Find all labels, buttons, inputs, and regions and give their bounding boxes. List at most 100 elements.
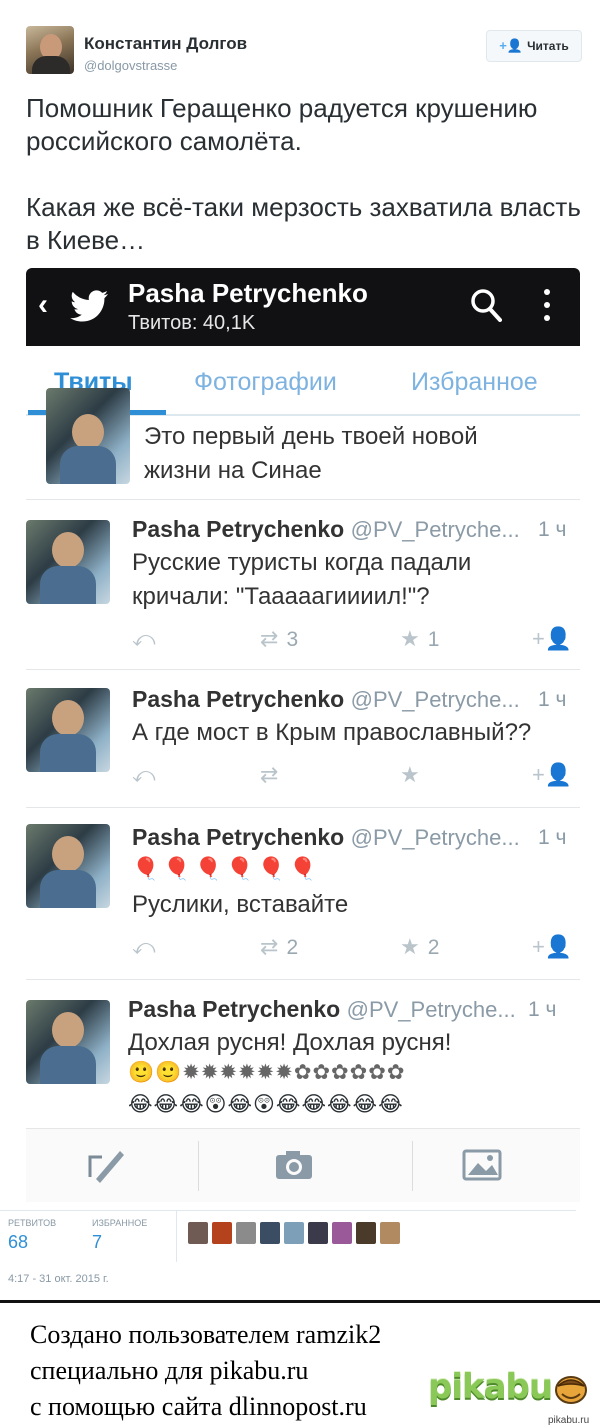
favorite-button[interactable]: ★ 2	[400, 934, 439, 960]
author-name[interactable]: Константин Долгов	[84, 34, 247, 54]
profile-tweet-count: Твитов: 40,1K	[128, 312, 256, 334]
stats-divider	[176, 1210, 177, 1262]
star-icon[interactable]: ★	[400, 762, 420, 788]
retweet-icon: ⇄	[260, 934, 279, 959]
tweet-line: кричали: "Тааааагиииил!"?	[132, 583, 430, 610]
stats-divider-top	[0, 1210, 576, 1211]
retweeter-avatars	[188, 1222, 400, 1244]
overflow-menu-icon[interactable]	[542, 286, 552, 324]
reply-icon[interactable]: ⤺	[132, 934, 156, 960]
retweeter-avatar[interactable]	[188, 1222, 208, 1244]
tweet-avatar[interactable]	[26, 520, 110, 604]
tweet-date[interactable]: 4:17 - 31 окт. 2015 г.	[8, 1273, 109, 1285]
tweet-item[interactable]: Pasha Petrychenko @PV_Petryche... 1 ч А …	[26, 670, 580, 808]
back-chevron-icon[interactable]: ‹	[38, 288, 48, 322]
retweet-button[interactable]: ⇄ 2	[260, 934, 298, 960]
tweet-body: А где мост в Крым православный??	[132, 716, 531, 750]
tweet-author-handle: @PV_Petryche...	[350, 687, 520, 712]
reply-icon[interactable]: ⤺	[132, 762, 156, 788]
follow-user-icon[interactable]: +👤	[532, 934, 572, 960]
favorite-count: 2	[427, 936, 440, 959]
embedded-screenshot[interactable]: ‹ Pasha Petrychenko Твитов: 40,1K Твиты …	[26, 268, 580, 1151]
page-footer: Создано пользователем ramzik2 специально…	[0, 1300, 600, 1428]
tweet-line: Это первый день твоей новой	[144, 423, 478, 450]
retweet-button[interactable]: ⇄ 3	[260, 626, 298, 652]
compose-toolbar	[26, 1128, 580, 1202]
pikabu-domain: pikabu.ru	[548, 1415, 590, 1426]
tweet-item-partial[interactable]: Это первый день твоей новой жизни на Син…	[26, 388, 580, 500]
tweet-line: Русские туристы когда падали	[132, 549, 472, 576]
retweeter-avatar[interactable]	[260, 1222, 280, 1244]
follow-button-label: Читать	[527, 39, 569, 53]
tweet-header: Константин Долгов @dolgovstrasse +👤 Чита…	[26, 26, 582, 76]
tweet-body: Руслики, вставайте	[132, 888, 348, 922]
retweet-icon: ⇄	[260, 626, 279, 651]
acorn-icon	[555, 1376, 588, 1404]
author-handle[interactable]: @dolgovstrasse	[84, 58, 177, 73]
tab-photos[interactable]: Фотографии	[194, 368, 337, 397]
balloon-emoji-row: 🎈🎈🎈🎈🎈🎈	[132, 856, 321, 881]
compose-pen-icon[interactable]	[84, 1143, 128, 1187]
tab-favorites[interactable]: Избранное	[411, 368, 538, 397]
footer-line: специально для pikabu.ru	[30, 1356, 309, 1385]
footer-credits: Создано пользователем ramzik2 специально…	[30, 1317, 381, 1425]
tweet-avatar[interactable]	[26, 824, 110, 908]
toolbar-divider	[412, 1141, 413, 1191]
retweeter-avatar[interactable]	[380, 1222, 400, 1244]
tweet-author[interactable]: Pasha Petrychenko @PV_Petryche...	[128, 996, 516, 1023]
tweet-line: жизни на Синае	[144, 457, 322, 484]
tweet-line: А где мост в Крым православный??	[132, 719, 532, 746]
image-icon[interactable]	[460, 1143, 504, 1187]
tweet-avatar[interactable]	[26, 1000, 110, 1084]
toolbar-divider	[198, 1141, 199, 1191]
retweet-icon[interactable]: ⇄	[260, 762, 278, 788]
search-icon[interactable]	[470, 288, 502, 322]
tweet-body: Дохлая русня! Дохлая русня!	[128, 1026, 451, 1060]
retweeter-avatar[interactable]	[308, 1222, 328, 1244]
tweet-item[interactable]: Pasha Petrychenko @PV_Petryche... 1 ч Ру…	[26, 500, 580, 670]
follow-user-icon[interactable]: +👤	[532, 762, 572, 788]
tweet-avatar[interactable]	[46, 388, 130, 484]
retweets-count[interactable]: 68	[8, 1232, 28, 1253]
tweet-line: Дохлая русня! Дохлая русня!	[128, 1029, 452, 1056]
favorite-button[interactable]: ★ 1	[400, 626, 439, 652]
tweet-stats: РЕТВИТОВ 68 ИЗБРАННОЕ 7	[0, 1210, 600, 1262]
profile-title: Pasha Petrychenko	[128, 278, 368, 308]
profile-app-bar: ‹ Pasha Petrychenko Твитов: 40,1K	[26, 268, 580, 346]
tweet-item[interactable]: Pasha Petrychenko @PV_Petryche... 1 ч До…	[26, 980, 580, 1120]
star-icon: ★	[400, 934, 420, 959]
star-icon: ★	[400, 626, 420, 651]
author-avatar[interactable]	[26, 26, 74, 74]
footer-line: с помощью сайта dlinnopost.ru	[30, 1392, 367, 1421]
tweet-time: 1 ч	[538, 826, 567, 849]
tweet-actions: ⤺ ⇄ 3 ★ 1 +👤	[132, 626, 580, 654]
tweet-paragraph: Какая же всё-таки мерзость захватила вла…	[26, 192, 581, 255]
favorites-count[interactable]: 7	[92, 1232, 102, 1253]
retweet-count: 2	[286, 936, 299, 959]
retweets-label: РЕТВИТОВ	[8, 1218, 57, 1228]
reply-icon[interactable]: ⤺	[132, 626, 156, 652]
tweet-actions: ⤺ ⇄ 2 ★ 2 +👤	[132, 934, 580, 962]
retweeter-avatar[interactable]	[332, 1222, 352, 1244]
retweeter-avatar[interactable]	[212, 1222, 232, 1244]
follow-user-icon: +👤	[499, 38, 524, 53]
tweet-author-name: Pasha Petrychenko	[132, 516, 345, 542]
tweet-author[interactable]: Pasha Petrychenko @PV_Petryche...	[132, 516, 520, 543]
tweet-author-handle: @PV_Petryche...	[350, 825, 520, 850]
retweeter-avatar[interactable]	[236, 1222, 256, 1244]
tweet-author[interactable]: Pasha Petrychenko @PV_Petryche...	[132, 686, 520, 713]
tweet-author-name: Pasha Petrychenko	[132, 824, 345, 850]
camera-icon[interactable]	[272, 1143, 316, 1187]
pikabu-logo-text: pikabu	[428, 1367, 553, 1407]
retweeter-avatar[interactable]	[284, 1222, 304, 1244]
follow-button[interactable]: +👤 Читать	[486, 30, 582, 62]
tweet-avatar[interactable]	[26, 688, 110, 772]
retweeter-avatar[interactable]	[356, 1222, 376, 1244]
tweet-body: Это первый день твоей новой жизни на Син…	[144, 420, 478, 488]
tweet-actions: ⤺ ⇄ ★ +👤	[132, 762, 580, 790]
pikabu-logo[interactable]: pikabu	[428, 1367, 588, 1407]
tweet-line: Руслики, вставайте	[132, 891, 349, 918]
follow-user-icon[interactable]: +👤	[532, 626, 572, 652]
tweet-item[interactable]: Pasha Petrychenko @PV_Petryche... 1 ч 🎈🎈…	[26, 808, 580, 980]
tweet-author[interactable]: Pasha Petrychenko @PV_Petryche...	[132, 824, 520, 851]
